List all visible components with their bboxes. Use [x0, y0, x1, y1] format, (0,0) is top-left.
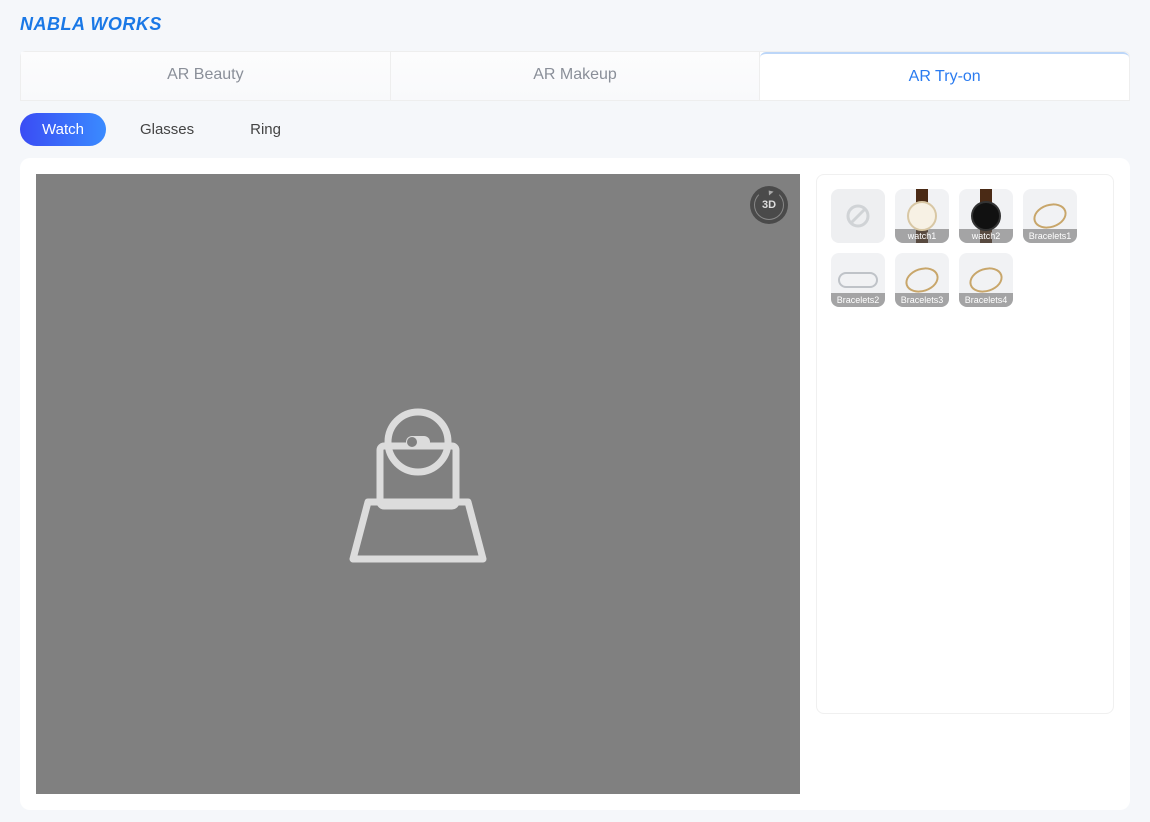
tab-label: AR Try-on	[909, 68, 981, 85]
thumb-bracelets2[interactable]: Bracelets2	[831, 253, 885, 307]
brand-logo: NABLA WORKS	[12, 8, 1138, 43]
thumb-watch1[interactable]: watch1	[895, 189, 949, 243]
thumb-label: Bracelets1	[1023, 229, 1077, 243]
tab-label: AR Makeup	[533, 66, 617, 83]
pill-glasses[interactable]: Glasses	[118, 113, 216, 146]
view-3d-button[interactable]: 3D	[750, 186, 788, 224]
thumb-label: Bracelets4	[959, 293, 1013, 307]
category-pills: Watch Glasses Ring	[12, 101, 1138, 150]
pill-watch[interactable]: Watch	[20, 113, 106, 146]
content-card: 3D watch1 watch2 Bracelets1 Bracelets2 Brace…	[20, 158, 1130, 810]
items-panel: watch1 watch2 Bracelets1 Bracelets2 Bracelet…	[816, 174, 1114, 714]
thumb-watch2[interactable]: watch2	[959, 189, 1013, 243]
thumb-none[interactable]	[831, 189, 885, 243]
preview-area: 3D	[36, 174, 800, 794]
top-tabs: AR Beauty AR Makeup AR Try-on	[20, 51, 1130, 101]
tab-ar-makeup[interactable]: AR Makeup	[391, 52, 761, 100]
camera-placeholder-icon	[328, 394, 508, 574]
tab-label: AR Beauty	[167, 66, 243, 83]
thumb-label: Bracelets3	[895, 293, 949, 307]
pill-ring[interactable]: Ring	[228, 113, 303, 146]
thumbnail-grid: watch1 watch2 Bracelets1 Bracelets2 Bracelet…	[831, 189, 1099, 307]
thumb-bracelets1[interactable]: Bracelets1	[1023, 189, 1077, 243]
tab-ar-beauty[interactable]: AR Beauty	[21, 52, 391, 100]
tab-ar-tryon[interactable]: AR Try-on	[760, 52, 1129, 100]
none-icon	[845, 203, 871, 229]
thumb-label: watch1	[895, 229, 949, 243]
thumb-bracelets3[interactable]: Bracelets3	[895, 253, 949, 307]
thumb-label: watch2	[959, 229, 1013, 243]
thumb-bracelets4[interactable]: Bracelets4	[959, 253, 1013, 307]
thumb-label: Bracelets2	[831, 293, 885, 307]
